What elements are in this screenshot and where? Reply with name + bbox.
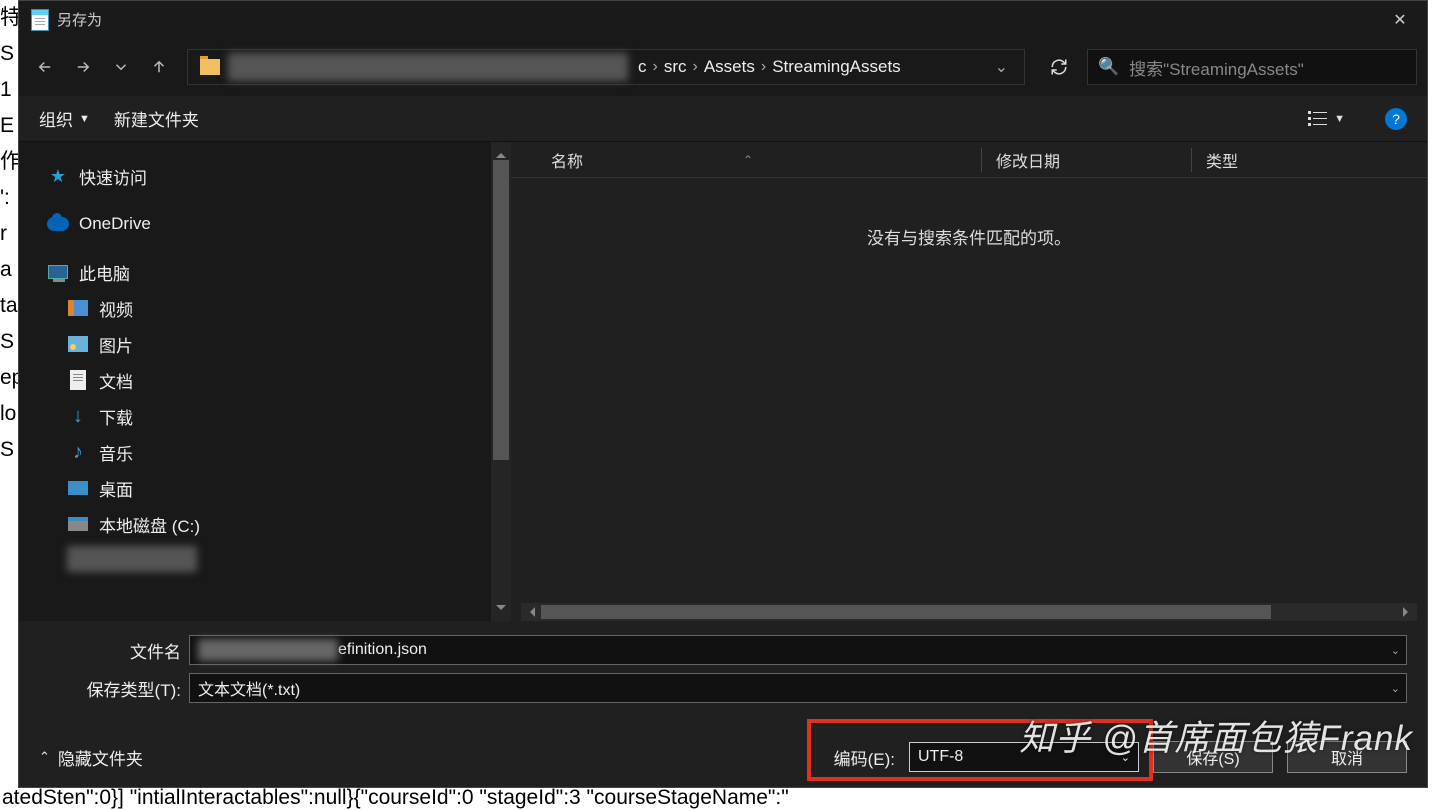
- sidebar-item-this-pc[interactable]: 此电脑: [19, 254, 511, 290]
- dialog-body: ★快速访问 OneDrive 此电脑 视频 图片 文档 ↓下载 ♪音乐 桌面 本…: [19, 142, 1427, 621]
- save-button[interactable]: 保存(S): [1153, 741, 1273, 773]
- filename-input[interactable]: efinition.json ⌄: [189, 635, 1407, 665]
- sidebar-item-music[interactable]: ♪音乐: [19, 434, 511, 470]
- cloud-icon: [47, 215, 69, 233]
- new-folder-button[interactable]: 新建文件夹: [114, 106, 199, 131]
- file-list-panel: 名称⌃ 修改日期 类型 没有与搜索条件匹配的项。: [511, 142, 1427, 621]
- savetype-label: 保存类型(T):: [39, 676, 189, 701]
- dropdown-icon: ⌄: [1121, 751, 1130, 764]
- sidebar-item-documents[interactable]: 文档: [19, 362, 511, 398]
- cancel-button[interactable]: 取消: [1287, 741, 1407, 773]
- encoding-label: 编码(E):: [834, 745, 895, 770]
- sidebar-item-downloads[interactable]: ↓下载: [19, 398, 511, 434]
- recent-dropdown[interactable]: [105, 51, 137, 83]
- close-button[interactable]: ✕: [1377, 1, 1423, 38]
- folder-icon: [200, 59, 220, 75]
- hide-folders-toggle[interactable]: ⌃隐藏文件夹: [39, 745, 143, 770]
- sidebar-item-onedrive[interactable]: OneDrive: [19, 206, 511, 242]
- breadcrumb-segment[interactable]: src: [658, 57, 693, 77]
- save-as-dialog: 另存为 ✕ c› src› Assets› StreamingAssets ⌄ …: [18, 0, 1428, 788]
- navigation-tree: ★快速访问 OneDrive 此电脑 视频 图片 文档 ↓下载 ♪音乐 桌面 本…: [19, 142, 511, 621]
- blurred-sidebar-item[interactable]: [67, 546, 197, 572]
- breadcrumb-segment[interactable]: StreamingAssets: [766, 57, 907, 77]
- empty-message: 没有与搜索条件匹配的项。: [511, 224, 1427, 249]
- breadcrumb-segment[interactable]: c: [632, 57, 653, 77]
- savetype-select[interactable]: 文本文档(*.txt) ⌄: [189, 673, 1407, 703]
- video-icon: [67, 299, 89, 317]
- music-icon: ♪: [67, 443, 89, 461]
- pc-icon: [47, 263, 69, 281]
- scrollbar-thumb[interactable]: [541, 605, 1271, 619]
- disk-icon: [67, 515, 89, 533]
- download-icon: ↓: [67, 407, 89, 425]
- column-header-date[interactable]: 修改日期: [981, 148, 1191, 172]
- background-bottom-text: atedSten":0}] "intialInteractables":null…: [0, 786, 1440, 810]
- blurred-filename-prefix: [198, 639, 338, 661]
- column-header-type[interactable]: 类型: [1191, 148, 1238, 172]
- address-bar[interactable]: c› src› Assets› StreamingAssets ⌄: [187, 49, 1025, 85]
- sidebar-item-desktop[interactable]: 桌面: [19, 470, 511, 506]
- dropdown-icon[interactable]: ⌄: [1391, 644, 1400, 657]
- sidebar-item-quick-access[interactable]: ★快速访问: [19, 158, 511, 194]
- sidebar-item-pictures[interactable]: 图片: [19, 326, 511, 362]
- search-icon: 🔍: [1098, 57, 1119, 77]
- horizontal-scrollbar[interactable]: [521, 603, 1417, 621]
- chevron-up-icon: ⌃: [39, 749, 50, 765]
- search-input[interactable]: 🔍 搜索"StreamingAssets": [1087, 49, 1417, 85]
- titlebar: 另存为 ✕: [19, 1, 1427, 38]
- toolbar: 组织 ▼ 新建文件夹 ▼ ?: [19, 96, 1427, 142]
- up-button[interactable]: [143, 51, 175, 83]
- sort-indicator-icon: ⌃: [743, 153, 753, 167]
- view-options-button[interactable]: ▼: [1308, 111, 1345, 127]
- back-button[interactable]: [29, 51, 61, 83]
- footer: ⌃隐藏文件夹 编码(E): UTF-8⌄ 保存(S) 取消: [19, 717, 1427, 787]
- help-button[interactable]: ?: [1385, 108, 1407, 130]
- scrollbar-thumb[interactable]: [493, 160, 509, 460]
- background-side-text: 特 S 1 E 作 ': r a ta S ep lo S: [0, 0, 18, 785]
- search-placeholder: 搜索"StreamingAssets": [1129, 55, 1304, 80]
- address-dropdown[interactable]: ⌄: [983, 57, 1020, 77]
- sidebar-item-local-disk-c[interactable]: 本地磁盘 (C:): [19, 506, 511, 542]
- window-title: 另存为: [57, 9, 1377, 30]
- document-icon: [67, 371, 89, 389]
- refresh-button[interactable]: [1041, 49, 1077, 85]
- encoding-select[interactable]: UTF-8⌄: [909, 742, 1139, 772]
- forward-button[interactable]: [67, 51, 99, 83]
- notepad-icon: [31, 9, 49, 31]
- column-headers: 名称⌃ 修改日期 类型: [511, 142, 1427, 178]
- desktop-icon: [67, 479, 89, 497]
- column-header-name[interactable]: 名称⌃: [551, 148, 981, 172]
- sidebar-scrollbar[interactable]: [491, 142, 511, 621]
- image-icon: [67, 335, 89, 353]
- dropdown-icon[interactable]: ⌄: [1391, 682, 1400, 695]
- blurred-path: [228, 53, 628, 81]
- star-icon: ★: [47, 167, 69, 185]
- sidebar-item-videos[interactable]: 视频: [19, 290, 511, 326]
- filename-panel: 文件名 efinition.json ⌄ 保存类型(T): 文本文档(*.txt…: [19, 621, 1427, 717]
- navigation-bar: c› src› Assets› StreamingAssets ⌄ 🔍 搜索"S…: [19, 38, 1427, 96]
- filename-label: 文件名: [39, 638, 189, 663]
- breadcrumb-segment[interactable]: Assets: [698, 57, 761, 77]
- organize-button[interactable]: 组织 ▼: [39, 106, 90, 131]
